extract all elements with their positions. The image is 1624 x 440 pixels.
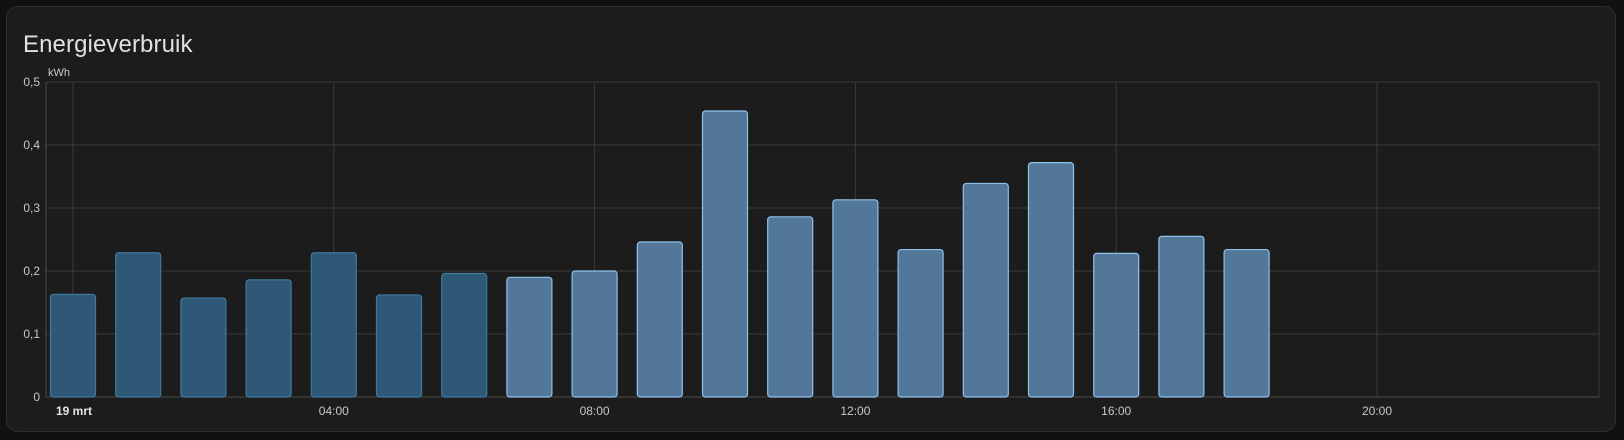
bar-hour-7[interactable]	[506, 276, 553, 398]
bars-layer	[49, 110, 1270, 398]
y-tick-label: 0,2	[23, 264, 40, 278]
y-tick-label: 0,4	[23, 138, 40, 152]
x-tick-label: 12:00	[840, 404, 870, 418]
bar-hour-13[interactable]	[897, 248, 944, 398]
bar-hour-18[interactable]	[1223, 248, 1270, 398]
bar-hour-5[interactable]	[375, 294, 423, 398]
bar-hour-11[interactable]	[767, 216, 814, 398]
bar-hour-4[interactable]	[310, 252, 357, 398]
x-tick-label: 20:00	[1362, 404, 1392, 418]
y-tick-label: 0	[33, 390, 40, 404]
bar-hour-16[interactable]	[1093, 252, 1140, 398]
bar-hour-12[interactable]	[832, 199, 879, 398]
y-tick-label: 0,3	[23, 201, 40, 215]
bar-hour-2[interactable]	[180, 297, 227, 398]
energy-bar-chart: 0 0,1 0,2 0,3 0,4 0,5 19 mrt 04:00 08:00 12:00 16:…	[23, 67, 1600, 418]
x-tick-label: 16:00	[1101, 404, 1131, 418]
y-tick-label: 0,1	[23, 327, 40, 341]
x-tick-label: 08:00	[580, 404, 610, 418]
bar-hour-3[interactable]	[245, 279, 292, 398]
x-tick-label: 19 mrt	[56, 404, 92, 418]
y-tick-label: 0,5	[23, 75, 40, 89]
bar-hour-15[interactable]	[1027, 162, 1075, 398]
bar-hour-6[interactable]	[441, 272, 488, 398]
bar-hour-1[interactable]	[115, 252, 162, 398]
bar-hour-0[interactable]	[49, 293, 97, 398]
x-tick-label: 04:00	[319, 404, 349, 418]
bar-hour-8[interactable]	[571, 270, 618, 398]
bar-hour-17[interactable]	[1158, 235, 1205, 398]
y-unit-label: kWh	[48, 67, 70, 79]
bar-hour-14[interactable]	[962, 182, 1009, 398]
bar-hour-10[interactable]	[701, 110, 749, 398]
bar-hour-9[interactable]	[636, 241, 683, 398]
